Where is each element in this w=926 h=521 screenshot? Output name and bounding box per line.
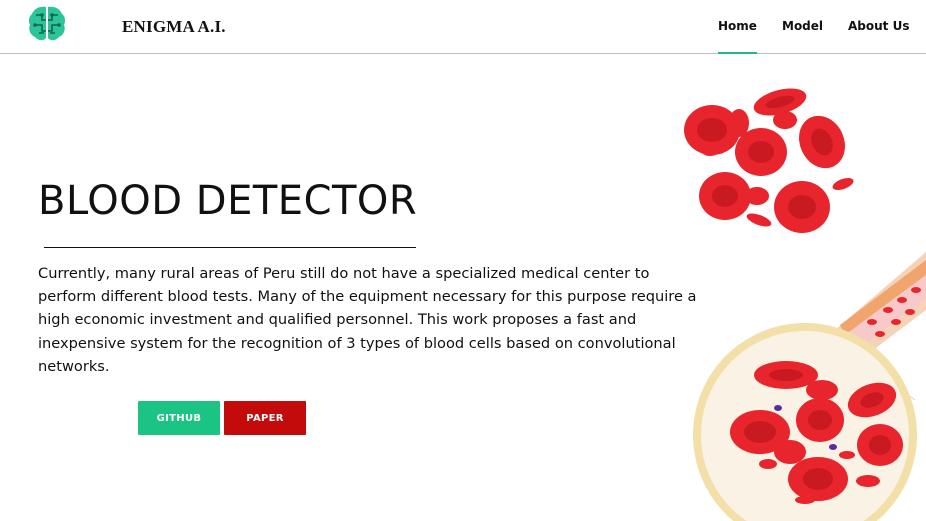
page-title: BLOOD DETECTOR [38, 178, 418, 224]
nav-home[interactable]: Home [718, 0, 757, 54]
blood-cells-cluster [684, 88, 854, 233]
nav-model[interactable]: Model [782, 0, 823, 53]
nav-about-us[interactable]: About Us [848, 0, 909, 53]
magnified-blood-sample [693, 323, 917, 521]
brain-icon[interactable] [27, 3, 67, 43]
paper-button[interactable]: PAPER [224, 401, 306, 435]
red-blood-cells-illustration [684, 88, 926, 521]
github-button[interactable]: GITHUB [138, 401, 220, 435]
brand-name[interactable]: ENIGMA A.I. [122, 17, 226, 37]
top-navbar: ENIGMA A.I. Home Model About Us [0, 0, 926, 54]
title-divider [44, 247, 416, 248]
hero-description: Currently, many rural areas of Peru stil… [38, 265, 697, 375]
